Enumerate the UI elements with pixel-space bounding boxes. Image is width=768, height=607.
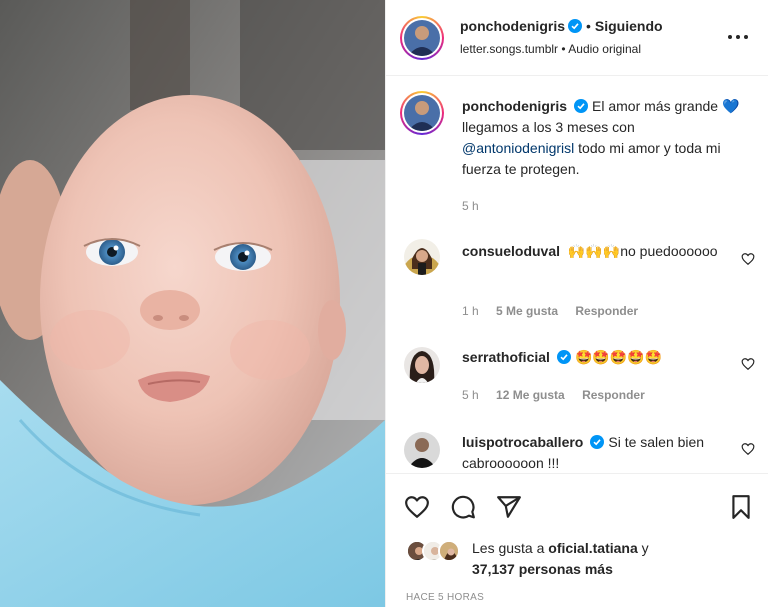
- likes-count-link[interactable]: 37,137 personas más: [472, 561, 613, 577]
- comment-time[interactable]: 5 h: [462, 388, 479, 402]
- comment-like-heart-icon[interactable]: [741, 442, 755, 456]
- caption-username[interactable]: ponchodenigris: [462, 98, 567, 114]
- reply-button[interactable]: Responder: [575, 304, 638, 318]
- share-icon[interactable]: [496, 494, 522, 520]
- audio-row: letter.songs.tumblr • Audio original: [460, 42, 641, 56]
- reply-button[interactable]: Responder: [582, 388, 645, 402]
- comment-avatar-image: [404, 239, 440, 275]
- comment-time[interactable]: 1 h: [462, 304, 479, 318]
- caption-mention-link[interactable]: @antoniodenigrisl: [462, 140, 574, 156]
- audio-source-link[interactable]: letter.songs.tumblr: [460, 42, 558, 56]
- comment-username[interactable]: serrathoficial: [462, 349, 550, 365]
- comment-likes[interactable]: 5 Me gusta: [496, 304, 558, 318]
- comment-body: 🤩🤩🤩🤩🤩: [574, 349, 663, 365]
- comment-like-heart-icon[interactable]: [741, 252, 755, 266]
- comment-icon[interactable]: [450, 494, 476, 520]
- caption-time[interactable]: 5 h: [462, 199, 479, 213]
- likes-connector: y: [641, 540, 649, 556]
- post-header: ponchodenigris • Siguiendo letter.songs.tu…: [386, 0, 768, 76]
- caption-body-middle: llegamos a los 3 meses con: [462, 119, 635, 135]
- caption-text: ponchodenigris El amor más grande 💙 llega…: [462, 96, 747, 180]
- liker-avatar[interactable]: [438, 540, 460, 562]
- likes-prefix: Les gusta a: [472, 540, 545, 556]
- following-button[interactable]: Siguiendo: [595, 18, 663, 34]
- post-media[interactable]: [0, 0, 385, 607]
- separator-dot: •: [586, 18, 591, 34]
- verified-badge-icon: [574, 99, 588, 113]
- liker-avatar-image: [440, 542, 458, 560]
- more-horizontal-icon[interactable]: [727, 26, 749, 48]
- comment-avatar[interactable]: [404, 239, 440, 275]
- likes-user-link[interactable]: oficial.tatiana: [548, 540, 637, 556]
- comment-username[interactable]: luispotrocaballero: [462, 434, 583, 450]
- comments-list[interactable]: ponchodenigris El amor más grande 💙 llega…: [386, 77, 768, 472]
- comment-likes[interactable]: 12 Me gusta: [496, 388, 565, 402]
- comment-like-heart-icon[interactable]: [741, 357, 755, 371]
- baby-photo: [0, 0, 385, 607]
- comment-text: luispotrocaballero Si te salen bien cabro…: [462, 432, 732, 472]
- post-actions: Les gusta a oficial.tatiana y 37,137 per…: [386, 473, 768, 607]
- post-details-panel: ponchodenigris • Siguiendo letter.songs.tu…: [385, 0, 768, 607]
- comment-avatar-image: [404, 432, 440, 468]
- audio-label[interactable]: • Audio original: [561, 42, 641, 56]
- caption-body-start: El amor más grande: [592, 98, 719, 114]
- verified-badge-icon: [556, 350, 571, 364]
- heart-icon[interactable]: [404, 494, 430, 520]
- comment-meta: 1 h 5 Me gusta Responder: [462, 304, 652, 318]
- comment-avatar-image: [404, 347, 440, 383]
- author-avatar-image: [404, 20, 440, 56]
- blue-heart-emoji: 💙: [721, 98, 740, 114]
- author-username[interactable]: ponchodenigris: [460, 18, 565, 34]
- author-avatar[interactable]: [400, 16, 444, 60]
- comment-avatar[interactable]: [404, 347, 440, 383]
- caption-avatar-image: [404, 95, 440, 131]
- bookmark-icon[interactable]: [728, 494, 754, 520]
- likes-summary: Les gusta a oficial.tatiana y 37,137 per…: [472, 538, 649, 580]
- comment-text: consueloduval 🙌🙌🙌no puedoooooo: [462, 241, 742, 262]
- header-title-row: ponchodenigris • Siguiendo: [460, 18, 663, 36]
- comment-body: 🙌🙌🙌no puedoooooo: [567, 243, 718, 259]
- verified-badge-icon: [568, 19, 582, 33]
- comment-avatar[interactable]: [404, 432, 440, 468]
- verified-badge-icon: [590, 435, 605, 449]
- caption-avatar[interactable]: [400, 91, 444, 135]
- comment-username[interactable]: consueloduval: [462, 243, 560, 259]
- comment-meta: 5 h 12 Me gusta Responder: [462, 388, 659, 402]
- caption-meta: 5 h: [462, 199, 493, 213]
- post-timestamp[interactable]: HACE 5 HORAS: [406, 592, 484, 603]
- comment-text: serrathoficial 🤩🤩🤩🤩🤩: [462, 347, 742, 368]
